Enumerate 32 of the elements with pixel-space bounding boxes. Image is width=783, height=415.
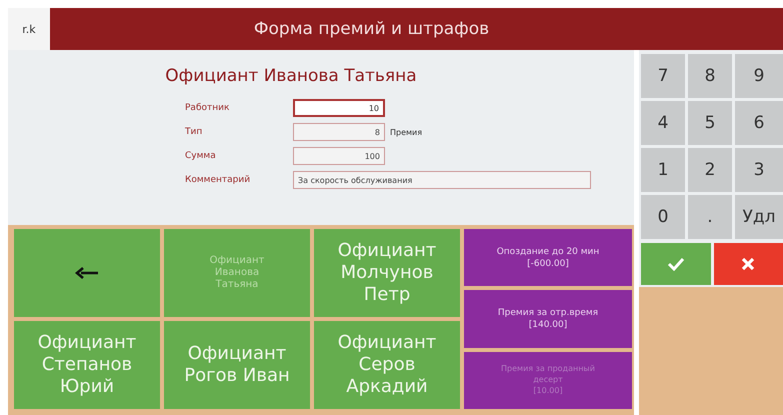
bonus-button[interactable]: Премия за отр.время [140.00]	[464, 290, 632, 348]
keypad-key[interactable]: 2	[688, 148, 732, 192]
field-label: Сумма	[185, 151, 217, 161]
employee-title: Официант Иванова Татьяна	[164, 66, 418, 86]
checkmark-icon	[666, 257, 685, 271]
app-label: r.k	[8, 8, 50, 50]
bonus-button[interactable]: Опоздание до 20 мин [-600.00]	[464, 229, 632, 286]
keypad-key[interactable]: 7	[641, 54, 685, 98]
input-field[interactable]: 10	[293, 99, 385, 117]
keypad-key[interactable]: 4	[641, 101, 685, 145]
field-label: Комментарий	[185, 175, 252, 185]
input-field[interactable]: За скорость обслуживания	[293, 171, 591, 189]
keypad-key[interactable]: 9	[735, 54, 783, 98]
keypad-key[interactable]: .	[688, 195, 732, 239]
field-label: Тип	[185, 127, 204, 137]
keypad-key[interactable]: 8	[688, 54, 732, 98]
keypad-key[interactable]: 5	[688, 101, 732, 145]
input-field[interactable]: 100	[293, 147, 385, 165]
confirm-button[interactable]	[641, 243, 710, 285]
cancel-button[interactable]	[714, 243, 783, 285]
keypad-key[interactable]: 6	[735, 101, 783, 145]
left-arrow-icon	[75, 267, 99, 279]
back-button[interactable]	[14, 229, 160, 317]
input-field[interactable]: 8	[293, 123, 385, 141]
keypad-key[interactable]: 0	[641, 195, 685, 239]
keypad-key[interactable]: 3	[735, 148, 783, 192]
window-title: Форма премий и штрафов	[254, 19, 490, 39]
type-name: Премия	[390, 128, 422, 136]
close-icon	[741, 257, 756, 271]
keypad-key[interactable]: Удл	[735, 195, 783, 239]
field-label: Работник	[185, 103, 230, 113]
keypad-key[interactable]: 1	[641, 148, 685, 192]
